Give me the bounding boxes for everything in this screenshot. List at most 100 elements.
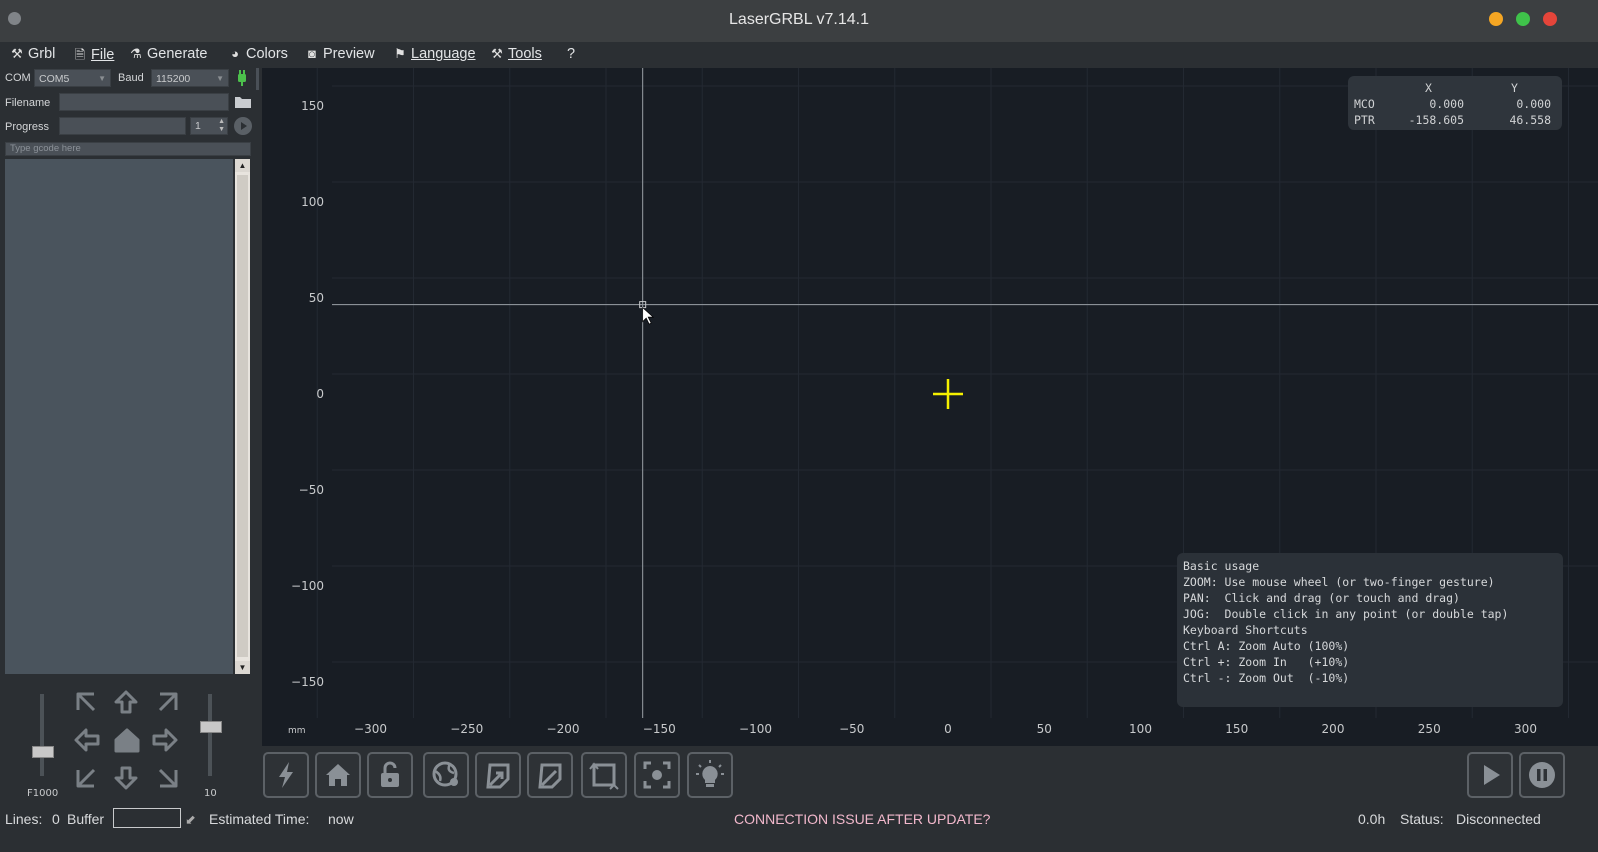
- set-origin-button[interactable]: [423, 752, 469, 798]
- com-label: COM: [5, 72, 31, 84]
- mco-y: 0.000: [1516, 97, 1551, 111]
- y-header: Y: [1511, 81, 1518, 95]
- connect-plug-icon[interactable]: [235, 69, 249, 87]
- flag-icon: ⚑: [394, 46, 406, 61]
- jog-home-icon[interactable]: [114, 728, 140, 753]
- frame-button[interactable]: [581, 752, 627, 798]
- pause-button[interactable]: [1519, 752, 1565, 798]
- y-tick-label: −100: [291, 579, 324, 593]
- scroll-thumb[interactable]: [237, 175, 248, 657]
- jog-w-icon[interactable]: [74, 728, 100, 752]
- menu-help[interactable]: ?: [567, 46, 575, 62]
- menu-file[interactable]: 🗎 File: [73, 46, 115, 68]
- file-icon: 🗎: [74, 47, 86, 62]
- x-tick-label: −50: [839, 722, 864, 736]
- edit-button[interactable]: [527, 752, 573, 798]
- estimated-time-label: Estimated Time:: [209, 811, 310, 827]
- unlock-button[interactable]: [367, 752, 413, 798]
- edit-icon: [538, 763, 562, 789]
- open-folder-icon[interactable]: [234, 95, 252, 109]
- gcode-input[interactable]: Type gcode here: [5, 142, 251, 156]
- log-scrollbar[interactable]: ▲ ▼: [235, 159, 250, 674]
- scroll-down-icon[interactable]: ▼: [235, 661, 250, 674]
- command-log: [5, 159, 233, 674]
- help-line: ZOOM: Use mouse wheel (or two-finger ges…: [1183, 575, 1495, 589]
- copies-stepper[interactable]: 1 ▲ ▼: [190, 117, 228, 135]
- unlock-icon: [381, 761, 399, 787]
- buffer-label: Buffer: [67, 811, 105, 827]
- menu-generate[interactable]: ⚗ Generate: [129, 46, 207, 62]
- goto-origin-button[interactable]: [475, 752, 521, 798]
- jog-nw-icon[interactable]: [76, 692, 96, 712]
- jog-n-icon[interactable]: [114, 690, 138, 714]
- wrench-icon: ⚒: [11, 46, 23, 61]
- jog-se-icon[interactable]: [158, 768, 178, 788]
- jog-panel: F1000 10: [0, 684, 262, 808]
- x-tick-label: 250: [1418, 722, 1441, 736]
- ptr-y: 46.558: [1509, 113, 1551, 127]
- status-bar: Lines: 0 Buffer ⬋ Estimated Time: now CO…: [0, 808, 1598, 852]
- run-file-button[interactable]: [234, 117, 252, 135]
- y-tick-label: 150: [301, 99, 324, 113]
- x-tick-label: −300: [354, 722, 387, 736]
- command-toolbar: [262, 746, 1598, 808]
- x-header: X: [1425, 81, 1432, 95]
- help-line: Basic usage: [1183, 559, 1260, 573]
- jog-sw-icon[interactable]: [76, 768, 96, 788]
- center-icon: [486, 763, 510, 789]
- menu-bar: ⚒ Grbl 🗎 File ⚗ Generate ◕ Colors ◙ Preview ⚑…: [0, 42, 1598, 68]
- status-label: Status:: [1400, 811, 1444, 827]
- status-value: Disconnected: [1456, 811, 1541, 827]
- start-button[interactable]: [1467, 752, 1513, 798]
- lines-value: 0: [52, 811, 60, 827]
- pause-icon: [1529, 762, 1555, 788]
- homing-button[interactable]: [315, 752, 361, 798]
- x-tick-label: −200: [547, 722, 580, 736]
- x-tick-label: 150: [1225, 722, 1248, 736]
- scroll-up-icon[interactable]: ▲: [235, 159, 250, 172]
- baud-rate-select[interactable]: 115200 ▼: [151, 69, 229, 87]
- close-button[interactable]: [1543, 12, 1557, 26]
- help-line: Ctrl A: Zoom Auto (100%): [1183, 639, 1350, 653]
- focus-button[interactable]: [634, 752, 680, 798]
- reset-button[interactable]: [263, 752, 309, 798]
- jog-arrows: [74, 690, 178, 790]
- mouse-cursor-icon: [642, 306, 655, 325]
- play-icon: [241, 122, 247, 130]
- jog-s-icon[interactable]: [114, 766, 138, 790]
- stepper-arrows-icon: ▲ ▼: [218, 118, 225, 133]
- laser-test-button[interactable]: [687, 752, 733, 798]
- chevron-down-icon: ▼: [216, 74, 224, 83]
- panel-splitter[interactable]: [256, 68, 259, 90]
- x-tick-label: 50: [1037, 722, 1052, 736]
- jog-ne-icon[interactable]: [158, 692, 178, 712]
- lines-label: Lines:: [5, 811, 43, 827]
- x-tick-label: 0: [944, 722, 952, 736]
- connection-issue-link[interactable]: CONNECTION ISSUE AFTER UPDATE?: [734, 811, 990, 827]
- menu-language[interactable]: ⚑ Language: [393, 46, 475, 62]
- filename-field[interactable]: [59, 93, 229, 111]
- help-line: PAN: Click and drag (or touch and drag): [1183, 591, 1460, 605]
- menu-tools[interactable]: ⚒ Tools: [490, 46, 542, 62]
- ptr-label: PTR: [1354, 113, 1375, 127]
- tools-icon: ⚒: [491, 46, 503, 61]
- help-line: JOG: Double click in any point (or doubl…: [1183, 607, 1509, 621]
- menu-colors[interactable]: ◕ Colors: [228, 46, 288, 62]
- jog-e-icon[interactable]: [152, 728, 178, 752]
- x-tick-label: −100: [739, 722, 772, 736]
- focus-icon: [643, 761, 671, 789]
- x-tick-label: −250: [450, 722, 483, 736]
- coordinates-panel: X Y MCO 0.000 0.000 PTR -158.605 46.558: [1348, 76, 1562, 130]
- menu-grbl[interactable]: ⚒ Grbl: [10, 46, 55, 62]
- menu-preview[interactable]: ◙ Preview: [305, 46, 375, 62]
- com-port-select[interactable]: COM5 ▼: [34, 69, 111, 87]
- flash-icon: [279, 762, 293, 788]
- minimize-button[interactable]: [1489, 12, 1503, 26]
- flask-icon: ⚗: [130, 46, 142, 61]
- maximize-button[interactable]: [1516, 12, 1530, 26]
- y-tick-label: −150: [291, 675, 324, 689]
- y-tick-label: 100: [301, 195, 324, 209]
- bulb-icon: [696, 760, 724, 787]
- buffer-chart-icon[interactable]: ⬋: [185, 812, 196, 828]
- x-tick-label: 100: [1129, 722, 1152, 736]
